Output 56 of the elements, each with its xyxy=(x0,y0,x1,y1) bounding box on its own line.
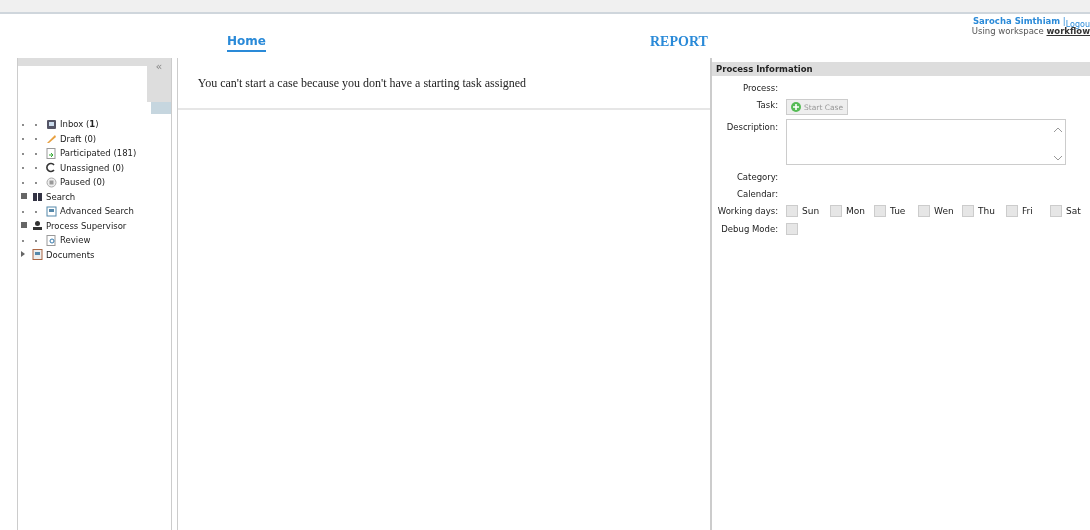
tree-item[interactable]: Inbox (1) xyxy=(60,119,99,130)
checkbox[interactable] xyxy=(962,205,974,217)
checkbox[interactable] xyxy=(1050,205,1062,217)
message-text: You can't start a case because you don't have a starting task assigned xyxy=(197,75,527,91)
workspace-label: Using workspace xyxy=(971,26,1044,36)
pause-icon xyxy=(46,176,57,188)
field-label: Description: xyxy=(725,121,778,132)
tree-item[interactable]: Participated (181) xyxy=(60,148,137,159)
tree-item[interactable]: Paused (0) xyxy=(60,177,106,188)
inbox-icon xyxy=(46,118,57,130)
tree-item[interactable]: Unassigned (0) xyxy=(60,162,125,173)
nav-tab[interactable]: REPORT xyxy=(650,34,708,52)
person-icon xyxy=(32,220,43,232)
tree-item[interactable]: Process Supervisor xyxy=(46,220,127,231)
day-label: Sun xyxy=(802,206,821,216)
scroll-arrows-icon xyxy=(1053,126,1063,162)
field-label: Category: xyxy=(735,171,778,182)
binoculars-icon xyxy=(32,191,43,203)
day-label: Tue xyxy=(890,206,907,216)
checkbox[interactable] xyxy=(830,205,842,217)
user-name: Sarocha Simthiam xyxy=(972,16,1061,26)
book-icon xyxy=(32,249,43,261)
day-label: Sat xyxy=(1066,206,1082,216)
tree-item[interactable]: Draft (0) xyxy=(60,133,97,144)
day-label: Mon xyxy=(846,206,866,216)
collapse-icon[interactable] xyxy=(21,221,27,228)
document-magnifier-icon xyxy=(46,234,57,246)
checkbox[interactable] xyxy=(874,205,886,217)
checkbox[interactable] xyxy=(786,223,798,235)
collapse-icon[interactable] xyxy=(21,192,27,199)
description-field[interactable] xyxy=(786,119,1066,165)
day-label: Thu xyxy=(978,206,996,216)
field-label: Task: xyxy=(755,99,778,110)
field-label: Calendar: xyxy=(736,188,778,199)
field-label: Debug Mode: xyxy=(720,223,778,234)
tree-item[interactable]: Advanced Search xyxy=(60,206,134,217)
day-label: Fri xyxy=(1022,206,1034,216)
document-icon xyxy=(46,205,57,217)
field-label: Process: xyxy=(741,82,778,93)
checkbox[interactable] xyxy=(1006,205,1018,217)
workspace-name: workflow xyxy=(1046,26,1090,36)
expand-icon[interactable] xyxy=(21,250,25,257)
day-label: Wen xyxy=(934,206,955,216)
checkbox[interactable] xyxy=(918,205,930,217)
logout-link[interactable]: Logou xyxy=(1065,20,1090,29)
tree-item[interactable]: Review xyxy=(60,235,91,246)
nav-tab[interactable]: Home xyxy=(227,34,266,52)
pencil-icon xyxy=(46,133,57,145)
separator-text: | xyxy=(1062,16,1066,26)
plus-icon xyxy=(791,102,801,112)
panel-title: Process Information xyxy=(712,62,1090,76)
tree-item[interactable]: Documents xyxy=(46,249,95,260)
splitter-bar xyxy=(151,102,171,114)
field-label: Working days: xyxy=(716,205,778,216)
tree-item[interactable]: Search xyxy=(46,191,76,202)
checkbox[interactable] xyxy=(786,205,798,217)
